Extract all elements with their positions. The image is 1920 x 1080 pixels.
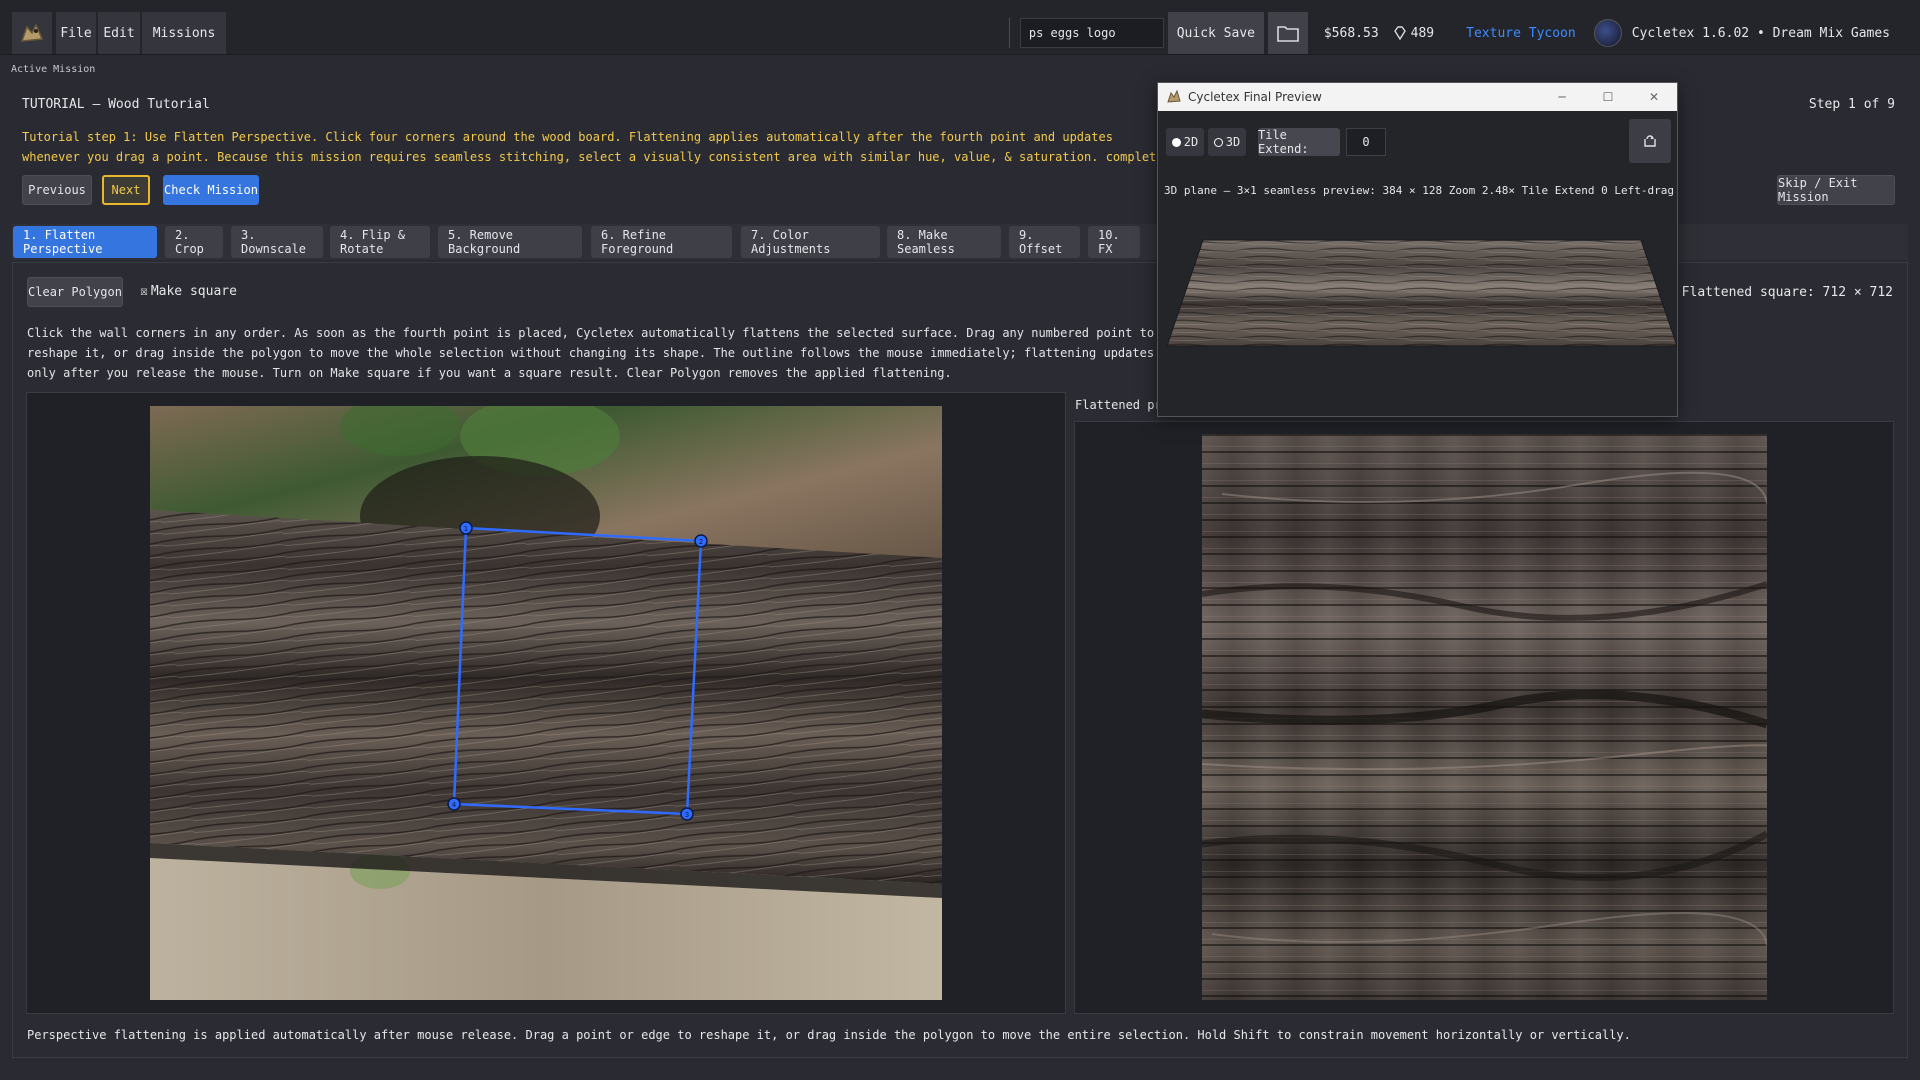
plane-3d-preview[interactable] — [1166, 238, 1678, 350]
help-line-3: only after you release the mouse. Turn o… — [27, 366, 952, 380]
window-close-button[interactable]: ✕ — [1631, 90, 1677, 104]
refresh-icon[interactable] — [1629, 119, 1671, 163]
menu-missions[interactable]: Missions — [142, 12, 226, 54]
next-button[interactable]: Next — [102, 175, 150, 205]
tab-flatten-perspective[interactable]: 1. Flatten Perspective — [13, 226, 157, 258]
toolbar-divider — [1008, 18, 1010, 48]
app-version-info: Cycletex 1.6.02 • Dream Mix Games — [1631, 25, 1890, 41]
make-square-checkbox[interactable]: ☒ — [140, 284, 148, 299]
window-minimize-button[interactable]: ─ — [1539, 90, 1585, 104]
tile-extend-label: Tile Extend: — [1258, 128, 1340, 156]
menu-file[interactable]: File — [56, 12, 96, 54]
menu-edit[interactable]: Edit — [98, 12, 140, 54]
tab-remove-background[interactable]: 5. Remove Background — [438, 226, 582, 258]
mode-2d-radio[interactable]: 2D — [1166, 128, 1204, 156]
perspective-polygon[interactable]: 1 2 3 4 — [150, 406, 942, 1000]
tab-offset[interactable]: 9. Offset — [1009, 226, 1080, 258]
quick-save-button[interactable]: Quick Save — [1167, 12, 1264, 54]
flattened-wood-image — [1202, 434, 1767, 1000]
polygon-handle[interactable]: 4 — [447, 797, 461, 811]
mode-3d-radio[interactable]: 3D — [1208, 128, 1246, 156]
folder-icon[interactable] — [1267, 12, 1308, 54]
clear-polygon-button[interactable]: Clear Polygon — [27, 277, 123, 307]
mission-instruction: Tutorial step 1: Use Flatten Perspective… — [22, 127, 1178, 167]
preview-status-text: 3D plane — 3×1 seamless preview: 384 × 1… — [1164, 184, 1676, 197]
wood-source-image[interactable]: 1 2 3 4 — [150, 406, 942, 1000]
window-maximize-button[interactable]: ☐ — [1585, 90, 1631, 104]
money-display: $568.53 — [1323, 25, 1379, 41]
tab-flip-rotate[interactable]: 4. Flip & Rotate — [330, 226, 430, 258]
skip-exit-mission-button[interactable]: Skip / Exit Mission — [1777, 175, 1895, 205]
app-logo-icon[interactable] — [12, 12, 52, 54]
tab-fx[interactable]: 10. FX — [1088, 226, 1140, 258]
tab-downscale[interactable]: 3. Downscale — [231, 226, 323, 258]
instruction-line-2: whenever you drag a point. Because this … — [22, 150, 1178, 164]
final-preview-titlebar[interactable]: Cycletex Final Preview ─ ☐ ✕ — [1158, 83, 1677, 111]
tab-color-adjustments[interactable]: 7. Color Adjustments — [741, 226, 880, 258]
mode-3d-label: 3D — [1225, 135, 1241, 149]
gem-icon — [1393, 26, 1407, 41]
topbar-right-group: ps eggs logo Quick Save $568.53 489 Text… — [1008, 12, 1920, 54]
tab-crop[interactable]: 2. Crop — [165, 226, 223, 258]
flatten-footer-text: Perspective flattening is applied automa… — [27, 1028, 1631, 1042]
mode-2d-label: 2D — [1183, 135, 1199, 149]
active-mission-label: Active Mission — [11, 64, 96, 75]
radio-unselected-icon — [1213, 137, 1223, 147]
avatar-icon[interactable] — [1593, 19, 1622, 47]
svg-text:2: 2 — [699, 538, 703, 546]
tile-extend-input[interactable]: 0 — [1346, 128, 1386, 156]
polygon-handle[interactable]: 1 — [459, 521, 473, 535]
previous-button[interactable]: Previous — [22, 175, 92, 205]
svg-text:4: 4 — [452, 801, 457, 809]
tab-make-seamless[interactable]: 8. Make Seamless — [887, 226, 1001, 258]
radio-selected-icon — [1171, 137, 1181, 147]
search-input[interactable]: ps eggs logo — [1019, 18, 1164, 48]
instruction-line-1: Tutorial step 1: Use Flatten Perspective… — [22, 130, 1113, 144]
gems-display: 489 — [1410, 25, 1435, 41]
game-title-link[interactable]: Texture Tycoon — [1466, 26, 1576, 41]
check-mission-button[interactable]: Check Mission — [163, 175, 259, 205]
svg-text:3: 3 — [685, 811, 689, 819]
flatten-help-text: Click the wall corners in any order. As … — [27, 323, 1154, 383]
help-line-2: reshape it, or drag inside the polygon t… — [27, 346, 1155, 360]
window-logo-icon — [1166, 89, 1182, 105]
svg-text:1: 1 — [464, 525, 468, 533]
tab-refine-foreground[interactable]: 6. Refine Foreground — [591, 226, 732, 258]
make-square-toggle[interactable]: ☒ Make square — [140, 284, 237, 299]
polygon-handle[interactable]: 2 — [694, 534, 708, 548]
mission-step: Step 1 of 9 — [1808, 97, 1895, 112]
flattened-preview-label: Flattened pr — [1075, 398, 1162, 412]
make-square-label: Make square — [150, 284, 237, 299]
mission-title: TUTORIAL — Wood Tutorial — [22, 97, 210, 112]
polygon-handle[interactable]: 3 — [680, 807, 694, 821]
flattened-size-label: Flattened square: 712 × 712 — [1681, 285, 1893, 300]
window-title: Cycletex Final Preview — [1188, 90, 1322, 104]
help-line-1: Click the wall corners in any order. As … — [27, 326, 1155, 340]
